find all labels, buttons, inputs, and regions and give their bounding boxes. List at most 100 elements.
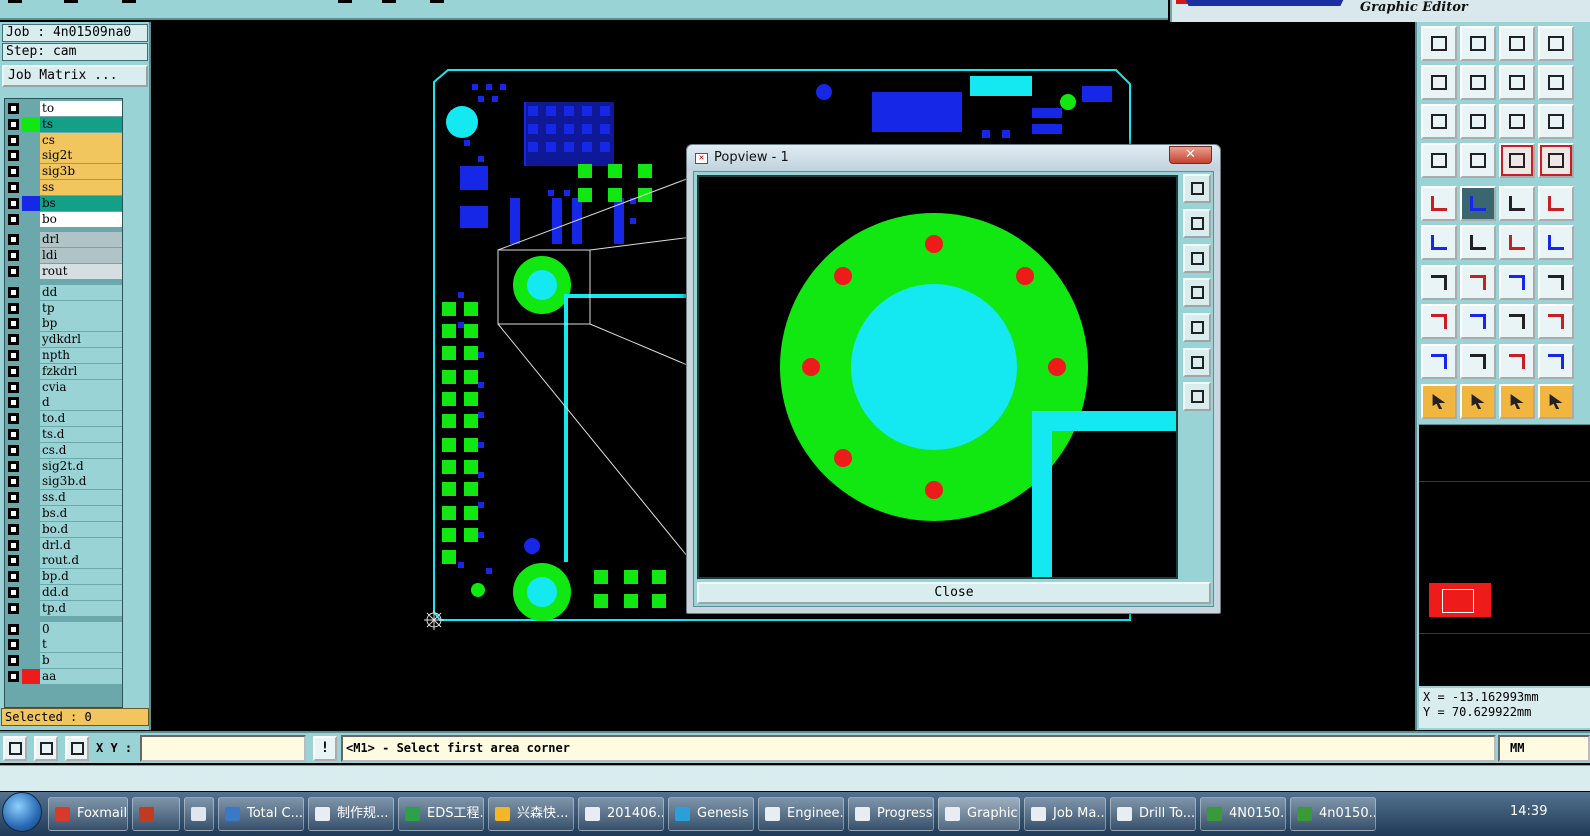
layer-checkbox[interactable] [8, 266, 19, 277]
tool-button[interactable] [1538, 265, 1574, 300]
taskbar-item[interactable]: Genesis [668, 797, 754, 831]
layer-row[interactable]: rout [6, 264, 122, 279]
tool-button[interactable] [1499, 265, 1535, 300]
pan-left-button[interactable] [1183, 278, 1211, 307]
layer-row[interactable]: ydkdrl [6, 332, 122, 348]
layer-row[interactable]: cs.d [6, 442, 122, 458]
popview-zoom-view[interactable] [697, 175, 1178, 579]
layer-row[interactable]: fzkdrl [6, 363, 122, 379]
tool-button[interactable] [1460, 225, 1496, 260]
tool-button[interactable] [1499, 304, 1535, 339]
taskbar-item[interactable]: 兴森快... [488, 797, 574, 831]
angle-button[interactable] [34, 736, 58, 761]
xy-input[interactable] [140, 735, 306, 762]
tool-button[interactable] [1499, 225, 1535, 260]
layer-checkbox[interactable] [8, 166, 19, 178]
tool-button[interactable] [1499, 384, 1535, 419]
tool-button[interactable] [1460, 384, 1496, 419]
tool-button[interactable] [1538, 104, 1574, 139]
job-matrix-button[interactable]: Job Matrix ... [2, 65, 148, 87]
layer-checkbox[interactable] [8, 587, 19, 598]
taskbar-item[interactable]: 4N0150... [1200, 797, 1286, 831]
taskbar-item[interactable]: Job Ma... [1024, 797, 1106, 831]
taskbar-item[interactable]: 4n0150... [1290, 797, 1376, 831]
tool-button[interactable] [1499, 143, 1535, 178]
layer-checkbox[interactable] [8, 118, 19, 130]
layer-checkbox[interactable] [8, 103, 19, 114]
taskbar-item[interactable]: Enginee... [758, 797, 844, 831]
tool-button[interactable] [1421, 344, 1457, 379]
pan-up-button[interactable] [1183, 209, 1211, 238]
tool-button[interactable] [1421, 104, 1457, 139]
layer-row[interactable]: ss.d [6, 490, 122, 506]
layer-row[interactable]: bo [6, 211, 122, 227]
layer-row[interactable]: bs.d [6, 506, 122, 521]
layer-row[interactable]: npth [6, 348, 122, 363]
layer-row[interactable]: rout.d [6, 553, 122, 569]
layer-checkbox[interactable] [8, 150, 19, 162]
layer-row[interactable]: aa [6, 669, 122, 684]
taskbar-item[interactable]: 201406... [578, 797, 664, 831]
taskbar-item[interactable]: Total C... [218, 797, 304, 831]
tool-button[interactable] [1538, 143, 1574, 178]
layer-checkbox[interactable] [8, 492, 19, 504]
tool-button[interactable] [1499, 104, 1535, 139]
layer-row[interactable]: sig2t.d [6, 458, 122, 474]
mini-overview[interactable] [1419, 424, 1590, 686]
layer-row[interactable]: tp [6, 300, 122, 316]
layer-row[interactable]: sig3b [6, 164, 122, 180]
tool-button[interactable] [1460, 26, 1496, 61]
layer-row[interactable]: tp.d [6, 600, 122, 616]
start-button[interactable] [2, 792, 42, 832]
popview-titlebar[interactable]: ✕ Popview - 1 ✕ [687, 145, 1220, 171]
tool-button[interactable] [1538, 26, 1574, 61]
taskbar-item[interactable]: Progress [848, 797, 934, 831]
layer-row[interactable]: 0 [6, 621, 122, 637]
layer-checkbox[interactable] [8, 508, 19, 519]
taskbar-item[interactable]: EDS工程... [398, 797, 484, 831]
layer-checkbox[interactable] [8, 671, 19, 682]
tool-button[interactable] [1421, 265, 1457, 300]
tool-button[interactable] [1460, 143, 1496, 178]
tool-button[interactable] [1499, 186, 1535, 221]
pan-right-button[interactable] [1183, 313, 1211, 342]
tool-button[interactable] [1421, 384, 1457, 419]
layer-row[interactable]: ldi [6, 248, 122, 264]
tool-button[interactable] [1499, 344, 1535, 379]
layer-checkbox[interactable] [8, 365, 19, 377]
layer-checkbox[interactable] [8, 429, 19, 440]
tool-button[interactable] [1421, 143, 1457, 178]
tool-button[interactable] [1421, 186, 1457, 221]
layer-checkbox[interactable] [8, 334, 19, 346]
taskbar-item[interactable]: Drill To... [1110, 797, 1196, 831]
tool-button[interactable] [1460, 65, 1496, 100]
layer-checkbox[interactable] [8, 539, 19, 551]
layer-checkbox[interactable] [8, 213, 19, 225]
taskbar-item[interactable] [184, 797, 214, 831]
layer-checkbox[interactable] [8, 381, 19, 393]
tool-button[interactable] [1538, 65, 1574, 100]
layer-row[interactable]: bs [6, 195, 122, 211]
pan-down-button[interactable] [1183, 244, 1211, 273]
layer-checkbox[interactable] [8, 397, 19, 409]
tool-button[interactable] [1460, 304, 1496, 339]
layer-checkbox[interactable] [8, 134, 19, 146]
zoom-fit-button[interactable] [1183, 348, 1211, 377]
layer-row[interactable]: bo.d [6, 521, 122, 537]
layer-row[interactable]: ts.d [6, 427, 122, 442]
tool-button[interactable] [1538, 344, 1574, 379]
window-close-button[interactable]: ✕ [1169, 146, 1212, 164]
layer-checkbox[interactable] [8, 571, 19, 583]
layer-row[interactable]: bp.d [6, 569, 122, 585]
layer-row[interactable]: cvia [6, 379, 122, 395]
layer-checkbox[interactable] [8, 460, 19, 472]
layer-row[interactable]: b [6, 653, 122, 669]
info-button[interactable]: ! [313, 736, 337, 761]
layer-checkbox[interactable] [8, 602, 19, 614]
layer-checkbox[interactable] [8, 182, 19, 193]
tool-button[interactable] [1460, 344, 1496, 379]
layer-checkbox[interactable] [8, 523, 19, 535]
tool-button[interactable] [1538, 384, 1574, 419]
layer-row[interactable]: ss [6, 180, 122, 195]
popview-close-button[interactable]: Close [697, 582, 1211, 604]
